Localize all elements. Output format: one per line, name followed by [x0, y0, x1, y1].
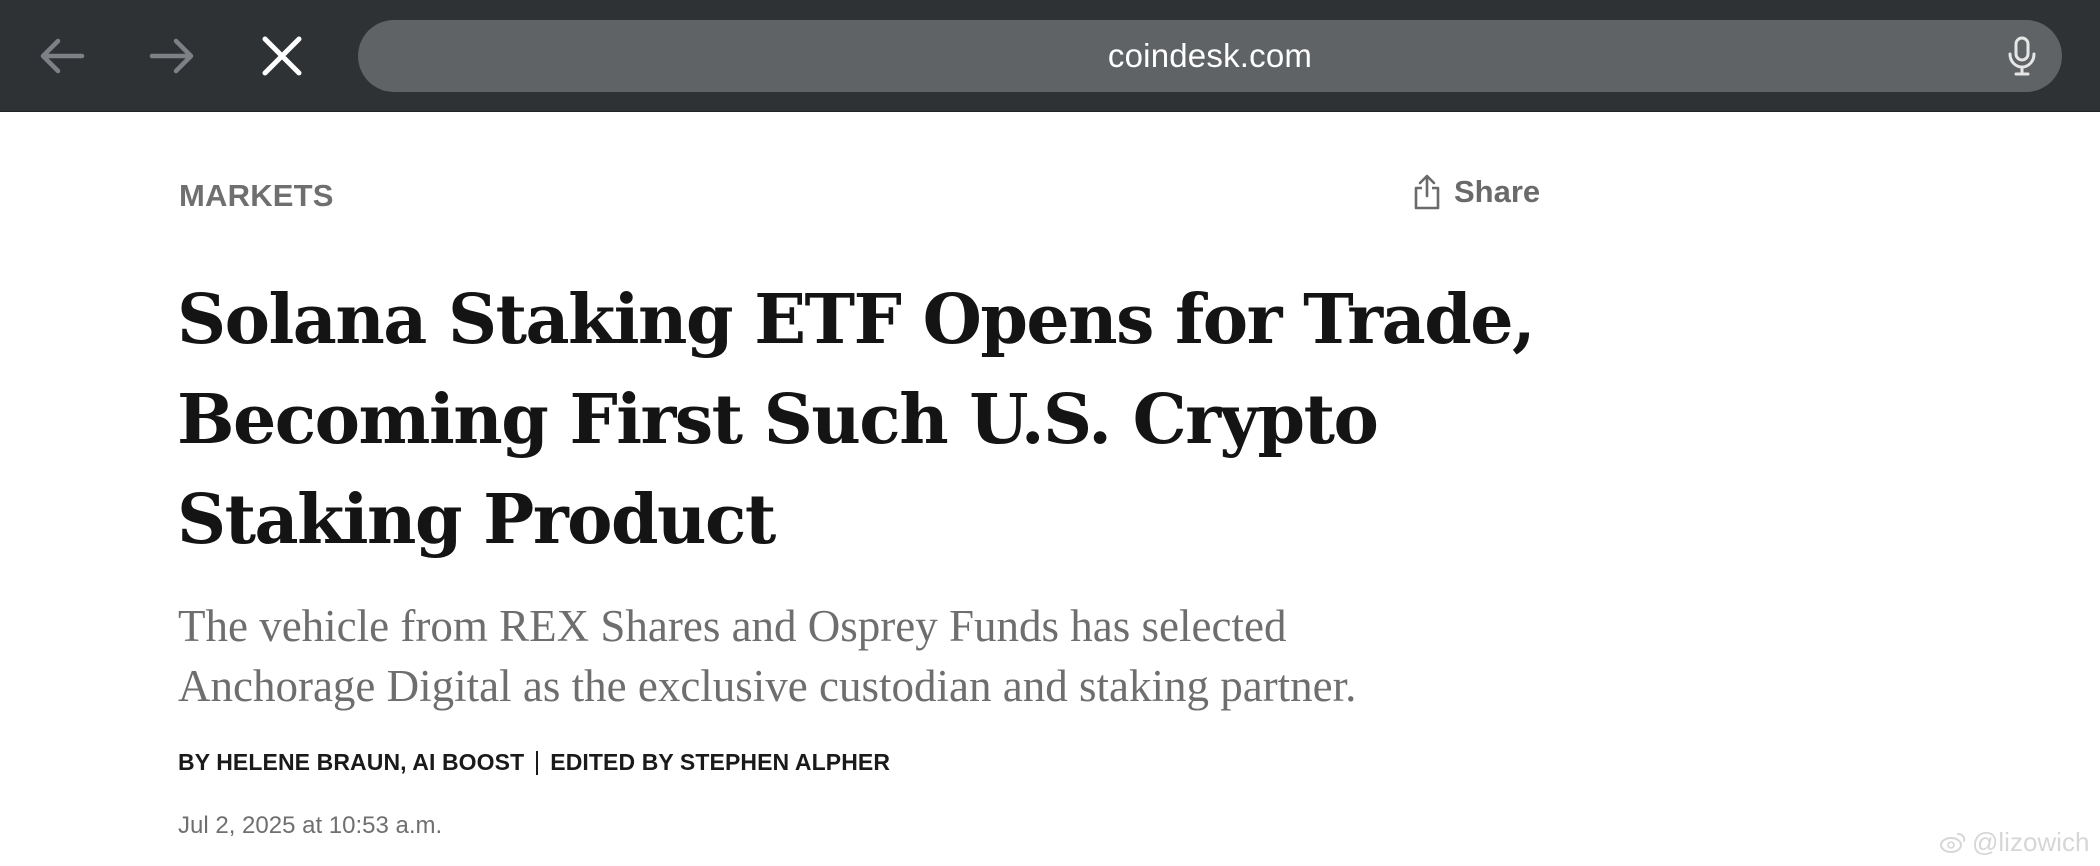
byline-editor[interactable]: EDITED BY STEPHEN ALPHER — [550, 749, 890, 776]
forward-button[interactable] — [136, 20, 208, 92]
watermark: @lizowich — [1940, 827, 2089, 858]
watermark-text: @lizowich — [1972, 827, 2090, 857]
weibo-logo-icon — [1940, 832, 1966, 853]
share-icon — [1414, 174, 1440, 210]
address-bar[interactable]: coindesk.com — [358, 20, 2062, 92]
byline-divider — [536, 750, 539, 775]
byline-authors[interactable]: BY HELENE BRAUN, AI BOOST — [178, 749, 524, 776]
close-icon — [262, 36, 302, 76]
arrow-right-icon — [149, 38, 194, 74]
byline: BY HELENE BRAUN, AI BOOST EDITED BY STEP… — [178, 749, 890, 776]
share-label: Share — [1454, 174, 1541, 209]
article-subtitle: The vehicle from REX Shares and Osprey F… — [178, 601, 1357, 711]
microphone-icon — [2008, 36, 2036, 76]
stop-loading-button[interactable] — [246, 20, 318, 92]
category-link[interactable]: MARKETS — [179, 178, 334, 214]
publish-date: Jul 2, 2025 at 10:53 a.m. — [178, 812, 443, 839]
voice-search-button[interactable] — [2000, 34, 2044, 78]
browser-toolbar: coindesk.com — [0, 0, 2100, 112]
arrow-left-icon — [40, 38, 85, 74]
article-headline: Solana Staking ETF Opens for Trade, Beco… — [177, 280, 1536, 560]
article-header: MARKETS Share Solana Staking ETF Opens f… — [0, 112, 2100, 866]
url-text: coindesk.com — [1107, 37, 1313, 74]
back-button[interactable] — [26, 20, 98, 92]
share-button[interactable]: Share — [1414, 174, 1540, 210]
